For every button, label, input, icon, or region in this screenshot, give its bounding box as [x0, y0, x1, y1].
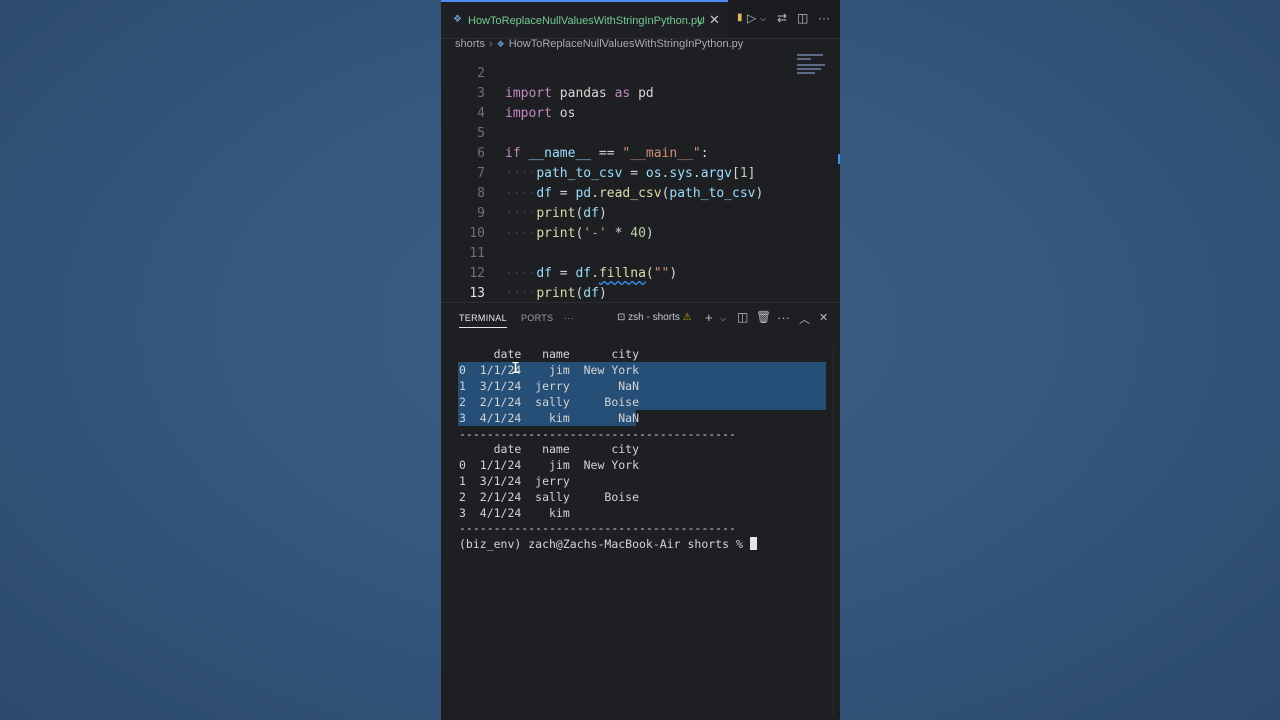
- prompt-text: (biz_env) zach@Zachs-MacBook-Air shorts …: [459, 537, 750, 551]
- terminal-line: 3 4/1/24 kim: [459, 506, 570, 520]
- split-editor-icon[interactable]: ◫: [797, 11, 808, 25]
- terminal-line: 3 4/1/24 kim NaN: [459, 411, 640, 425]
- code-line: 10: [441, 204, 801, 241]
- background-left: [0, 0, 441, 720]
- close-panel-icon[interactable]: ✕: [819, 311, 828, 324]
- code-line: 7 ····df = pd.read_csv(path_to_csv): [441, 144, 801, 201]
- run-icon[interactable]: ▷: [747, 11, 756, 25]
- vscode-window: ❖ HowToReplaceNullValuesWithStringInPyth…: [441, 0, 840, 720]
- terminal-line: 2 2/1/24 sally Boise: [459, 395, 640, 409]
- code-line: 11 ····df = df.fillna(""): [441, 224, 801, 281]
- terminal-output[interactable]: date name city 0 1/1/24 jim New York 1 3…: [441, 334, 840, 720]
- new-terminal-icon[interactable]: +: [705, 310, 713, 325]
- terminal-scrollbar[interactable]: [833, 346, 834, 716]
- more-tabs-icon[interactable]: ···: [564, 313, 574, 323]
- tab-ports[interactable]: PORTS: [521, 313, 553, 323]
- terminal-name: zsh - shorts: [628, 312, 680, 323]
- terminal-line: date name city: [459, 442, 640, 456]
- text-cursor-icon: I: [511, 360, 520, 376]
- terminal-icon: ⊡: [617, 312, 626, 323]
- code-line: 2 import pandas as pd: [441, 52, 801, 101]
- trash-icon[interactable]: 🗑: [756, 310, 771, 324]
- background-right: [840, 0, 1280, 720]
- close-icon[interactable]: ✕: [709, 12, 720, 28]
- breadcrumb-file[interactable]: HowToReplaceNullValuesWithStringInPython…: [509, 38, 744, 50]
- terminal-line: ----------------------------------------: [459, 427, 736, 441]
- code-editor[interactable]: 2 import pandas as pd 3 import os 4 5 if…: [441, 52, 840, 302]
- terminal-line: 0 1/1/24 jim New York: [459, 363, 640, 377]
- more-actions-icon[interactable]: ···: [777, 310, 790, 325]
- terminal-line: 0 1/1/24 jim New York: [459, 458, 640, 472]
- code-text: ····print(df): [505, 286, 607, 301]
- warning-icon: ⚠: [682, 312, 692, 323]
- breadcrumb-folder[interactable]: shorts: [455, 38, 485, 50]
- split-terminal-icon[interactable]: ◫: [737, 310, 748, 324]
- breadcrumb: shorts › ❖ HowToReplaceNullValuesWithString…: [455, 38, 743, 52]
- terminal-line: date name city: [459, 347, 640, 361]
- tab-terminal[interactable]: TERMINAL: [459, 313, 507, 328]
- chevron-right-icon: ›: [488, 38, 493, 51]
- untracked-badge: U: [697, 15, 705, 27]
- panel-header: TERMINAL PORTS ··· ⊡ zsh - shorts ⚠ + ⌵ …: [441, 302, 840, 335]
- chevron-down-icon[interactable]: ⌵: [720, 314, 726, 324]
- python-file-icon: ❖: [453, 14, 462, 25]
- tab-title: HowToReplaceNullValuesWithStringInPython…: [468, 15, 703, 27]
- compare-changes-icon[interactable]: ⇄: [777, 11, 787, 25]
- line-number: 13: [469, 286, 485, 301]
- terminal-line: 1 3/1/24 jerry: [459, 474, 570, 488]
- minimap[interactable]: [797, 52, 827, 82]
- terminal-selector[interactable]: ⊡ zsh - shorts ⚠: [617, 312, 692, 323]
- maximize-panel-icon[interactable]: ︿: [799, 311, 810, 327]
- code-line: 3 import os: [441, 64, 801, 121]
- terminal-line: 1 3/1/24 jerry NaN: [459, 379, 640, 393]
- code-line: 9 ····print('-' * 40): [441, 184, 801, 241]
- python-file-icon: ❖: [496, 38, 505, 49]
- scrollbar-marker[interactable]: [838, 154, 840, 164]
- terminal-line: 2 2/1/24 sally Boise: [459, 490, 640, 504]
- terminal-cursor: [749, 537, 757, 550]
- terminal-prompt: (biz_env) zach@Zachs-MacBook-Air shorts …: [459, 536, 757, 552]
- python-env-icon[interactable]: ▮: [737, 12, 743, 23]
- chevron-down-icon[interactable]: ⌵: [760, 14, 766, 24]
- editor-tab[interactable]: ❖ HowToReplaceNullValuesWithStringInPyth…: [441, 0, 728, 38]
- terminal-line: ----------------------------------------: [459, 521, 736, 535]
- code-line: 6 ····path_to_csv = os.sys.argv[1]: [441, 124, 801, 181]
- editor-tab-bar: ❖ HowToReplaceNullValuesWithStringInPyth…: [441, 0, 840, 39]
- code-line: 4: [441, 84, 801, 121]
- more-actions-icon[interactable]: ···: [818, 11, 830, 25]
- code-line: 5 if __name__ == "__main__":: [441, 104, 801, 161]
- code-line-active: 13 ····print('-' * 40): [441, 264, 801, 301]
- code-line: 8 ····print(df): [441, 164, 801, 221]
- code-line: 12 ····print(df): [441, 244, 801, 301]
